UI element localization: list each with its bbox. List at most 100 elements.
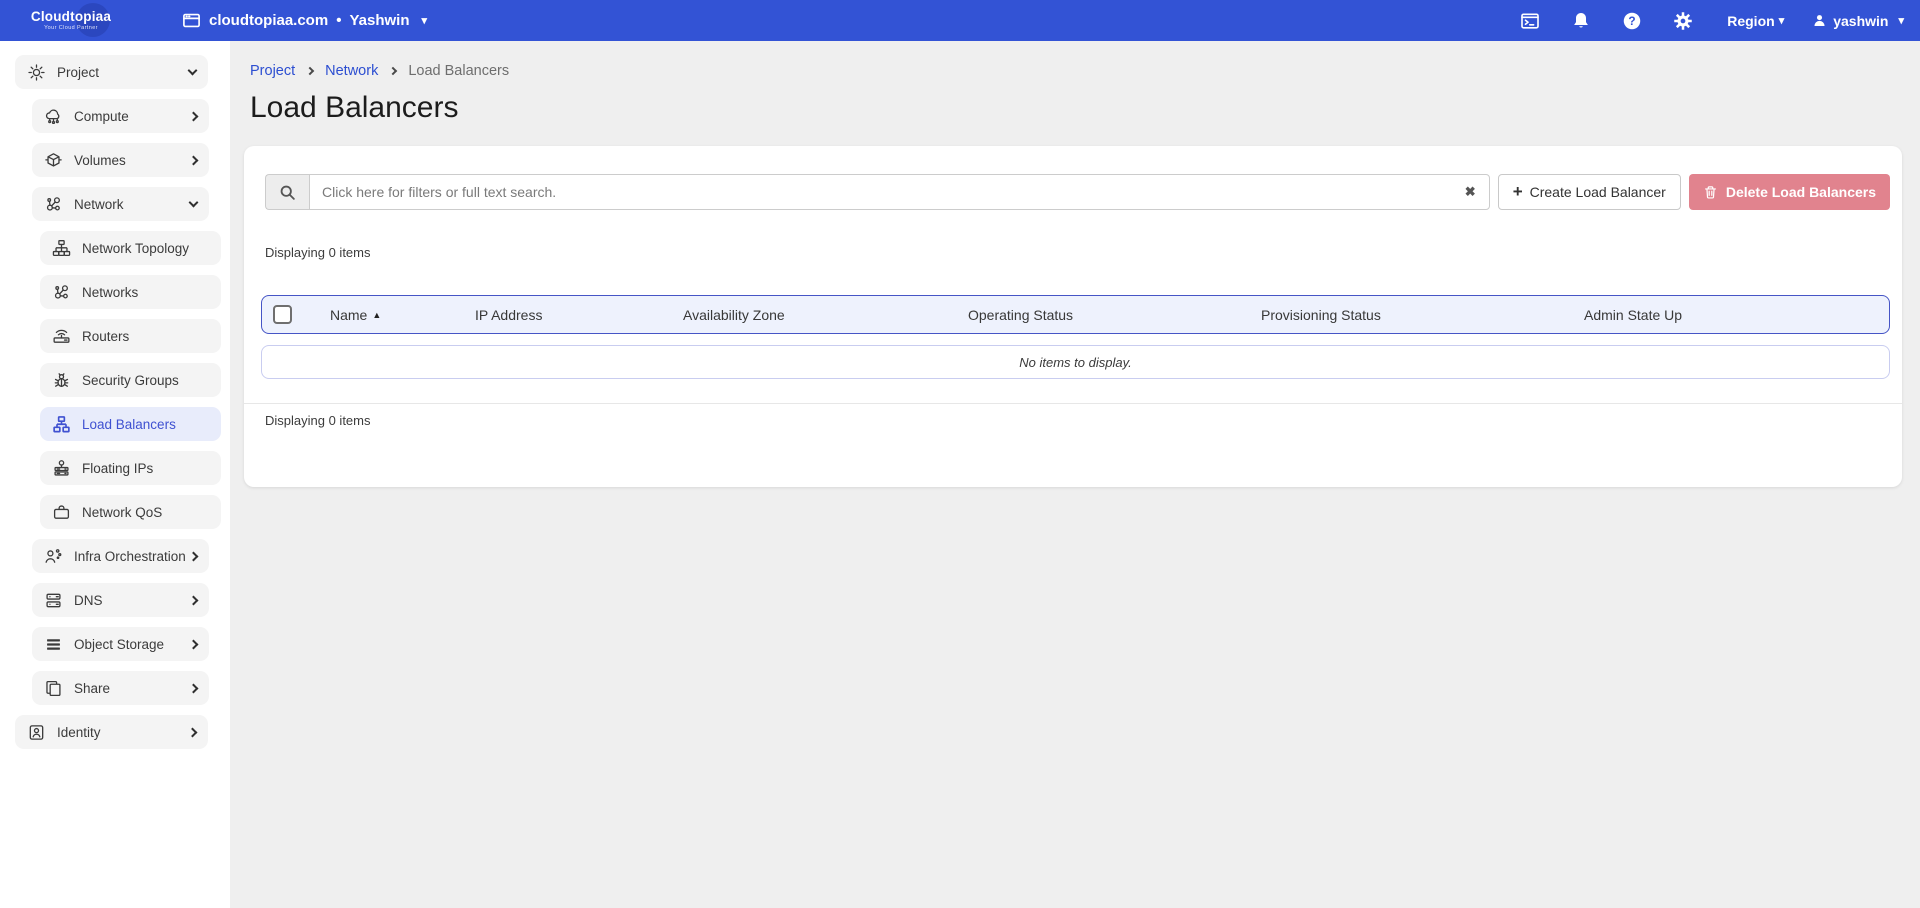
brand-name: Cloudtopiaa	[12, 10, 130, 25]
sidebar-item-floating-ips[interactable]: Floating IPs	[40, 451, 221, 485]
sidebar-item-network-qos[interactable]: Network QoS	[40, 495, 221, 529]
sidebar-item-share[interactable]: Share	[32, 671, 209, 705]
console-icon[interactable]	[1520, 11, 1540, 31]
column-header-ip-address[interactable]: IP Address	[475, 307, 683, 323]
toolbar: ✖ + Create Load Balancer Delete Load Bal…	[265, 174, 1890, 210]
plus-icon: +	[1513, 183, 1523, 200]
security-groups-icon	[52, 371, 71, 390]
column-header-admin-state-up[interactable]: Admin State Up	[1584, 307, 1889, 323]
sidebar-item-project[interactable]: Project	[15, 55, 208, 89]
sidebar-item-label: Security Groups	[82, 373, 179, 388]
bell-icon[interactable]	[1571, 11, 1591, 31]
chevron-right-icon	[189, 683, 199, 693]
routers-icon	[52, 327, 71, 346]
sidebar-item-label: Floating IPs	[82, 461, 153, 476]
search-input[interactable]	[309, 174, 1490, 210]
breadcrumb-network[interactable]: Network	[325, 63, 378, 79]
column-header-operating-status[interactable]: Operating Status	[968, 307, 1261, 323]
sidebar-item-compute[interactable]: Compute	[32, 99, 209, 133]
breadcrumb-current: Load Balancers	[408, 63, 509, 79]
search-icon[interactable]	[265, 174, 309, 210]
context-project: Yashwin	[349, 12, 409, 29]
sidebar-item-networks[interactable]: Networks	[40, 275, 221, 309]
chevron-right-icon	[189, 551, 199, 561]
chevron-right-icon	[306, 67, 314, 75]
sidebar-item-label: Object Storage	[74, 637, 164, 652]
chevron-right-icon	[188, 727, 198, 737]
sidebar-item-volumes[interactable]: Volumes	[32, 143, 209, 177]
sidebar-item-label: Network QoS	[82, 505, 162, 520]
sidebar-item-label: Network Topology	[82, 241, 189, 256]
sidebar-item-network[interactable]: Network	[32, 187, 209, 221]
chevron-right-icon	[189, 595, 199, 605]
sidebar-item-object-storage[interactable]: Object Storage	[32, 627, 209, 661]
settings-gear-icon[interactable]	[1673, 11, 1693, 31]
region-dropdown[interactable]: Region ▾	[1727, 13, 1784, 29]
divider	[244, 403, 1902, 404]
chevron-down-icon	[188, 65, 198, 75]
user-menu[interactable]: yashwin ▾	[1812, 13, 1904, 29]
create-load-balancer-button[interactable]: + Create Load Balancer	[1498, 174, 1681, 210]
chevron-right-icon	[189, 639, 199, 649]
domain-project-selector[interactable]: cloudtopiaa.com • Yashwin ▾	[182, 11, 427, 30]
network-icon	[44, 195, 63, 214]
item-count-top: Displaying 0 items	[265, 245, 1890, 260]
breadcrumb-project[interactable]: Project	[250, 63, 295, 79]
sidebar-item-label: Identity	[57, 725, 101, 740]
chevron-right-icon	[189, 111, 199, 121]
sort-asc-icon: ▲	[372, 310, 381, 320]
sidebar-item-label: Volumes	[74, 153, 126, 168]
topbar-actions: ? Region ▾	[1489, 11, 1904, 31]
column-header-name[interactable]: Name ▲	[330, 307, 475, 323]
network-topology-icon	[52, 239, 71, 258]
context-separator: •	[336, 12, 341, 29]
sidebar-item-label: Load Balancers	[82, 417, 176, 432]
main-content: Project Network Load Balancers Load Bala…	[230, 41, 1920, 908]
region-label: Region	[1727, 13, 1774, 29]
column-header-availability-zone[interactable]: Availability Zone	[683, 307, 968, 323]
chevron-down-icon: ▾	[1898, 14, 1904, 27]
help-icon[interactable]: ?	[1622, 11, 1642, 31]
sidebar-item-load-balancers[interactable]: Load Balancers	[40, 407, 221, 441]
select-all-checkbox[interactable]	[273, 305, 292, 324]
topbar: Cloudtopiaa Your Cloud Partner cloudtopi…	[0, 0, 1920, 41]
username: yashwin	[1833, 13, 1888, 29]
sidebar-item-dns[interactable]: DNS	[32, 583, 209, 617]
project-icon	[27, 63, 46, 82]
svg-text:?: ?	[1629, 14, 1636, 28]
networks-icon	[52, 283, 71, 302]
load-balancers-icon	[52, 415, 71, 434]
brand-logo[interactable]: Cloudtopiaa Your Cloud Partner	[12, 10, 130, 31]
sidebar-item-routers[interactable]: Routers	[40, 319, 221, 353]
sidebar-item-identity[interactable]: Identity	[15, 715, 208, 749]
clear-search-icon[interactable]: ✖	[1465, 184, 1476, 200]
identity-icon	[27, 723, 46, 742]
chevron-down-icon: ▾	[421, 14, 427, 27]
sidebar-item-network-topology[interactable]: Network Topology	[40, 231, 221, 265]
column-header-provisioning-status[interactable]: Provisioning Status	[1261, 307, 1584, 323]
sidebar-item-label: Compute	[74, 109, 129, 124]
sidebar-item-label: Project	[57, 65, 99, 80]
sidebar-item-security-groups[interactable]: Security Groups	[40, 363, 221, 397]
chevron-right-icon	[389, 67, 397, 75]
delete-load-balancers-button[interactable]: Delete Load Balancers	[1689, 174, 1890, 210]
sidebar-item-label: Network	[74, 197, 124, 212]
sidebar-item-infra-orchestration[interactable]: Infra Orchestration	[32, 539, 209, 573]
search-bar: ✖	[265, 174, 1490, 210]
trash-icon	[1703, 185, 1718, 200]
sidebar-item-label: Routers	[82, 329, 129, 344]
sidebar-item-label: Networks	[82, 285, 138, 300]
sidebar-item-label: Share	[74, 681, 110, 696]
sidebar-item-label: Infra Orchestration	[74, 549, 186, 564]
sidebar: Project Compute Volume	[0, 41, 230, 908]
window-icon	[182, 11, 201, 30]
network-qos-icon	[52, 503, 71, 522]
chevron-right-icon	[189, 155, 199, 165]
context-domain: cloudtopiaa.com	[209, 12, 328, 29]
table-empty-row: No items to display.	[261, 345, 1890, 379]
item-count-bottom: Displaying 0 items	[265, 413, 1890, 428]
load-balancers-card: ✖ + Create Load Balancer Delete Load Bal…	[244, 146, 1902, 487]
breadcrumb: Project Network Load Balancers	[230, 41, 1920, 79]
brand-tagline: Your Cloud Partner	[12, 25, 130, 31]
table-header-row: Name ▲ IP Address Availability Zone Oper…	[261, 295, 1890, 334]
